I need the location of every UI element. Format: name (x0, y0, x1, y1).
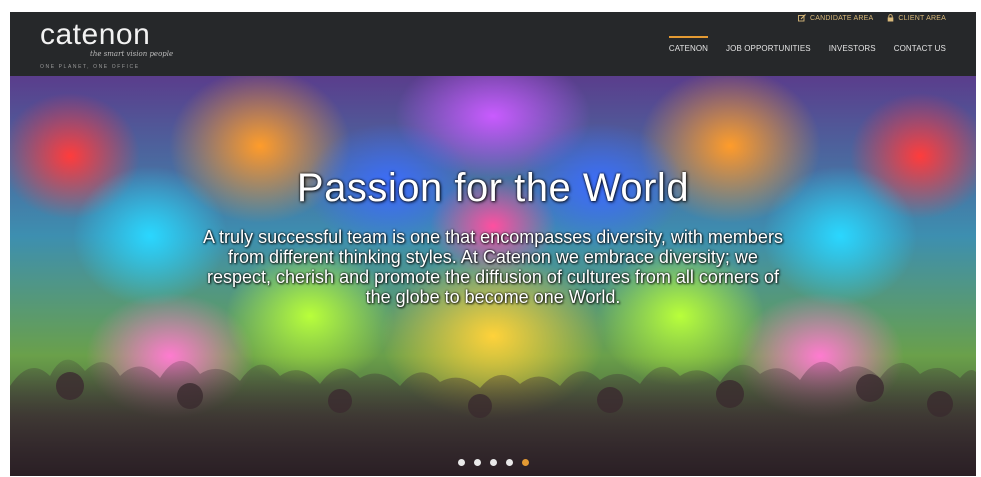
hero-banner: Passion for the World A truly successful… (10, 76, 976, 476)
candidate-area-label: CANDIDATE AREA (810, 14, 874, 22)
edit-icon (798, 14, 806, 22)
candidate-area-link[interactable]: CANDIDATE AREA (798, 14, 873, 22)
nav-item-job-opportunities[interactable]: JOB OPPORTUNITIES (726, 40, 811, 53)
slider-dot-3[interactable] (489, 459, 497, 466)
logo-subline: ONE PLANET, ONE OFFICE (40, 64, 140, 70)
logo-tagline: the smart vision people (90, 50, 174, 58)
lock-icon (887, 14, 894, 22)
client-area-link[interactable]: CLIENT AREA (887, 14, 946, 22)
hero-content: Passion for the World A truly successful… (10, 166, 976, 307)
site-header: catenon the smart vision people ONE PLAN… (10, 12, 976, 76)
nav-item-investors[interactable]: INVESTORS (829, 40, 876, 53)
nav-item-catenon[interactable]: CATENON (668, 36, 709, 53)
slider-dot-2[interactable] (473, 459, 481, 466)
client-area-label: CLIENT AREA (898, 14, 946, 22)
hero-body: A truly successful team is one that enco… (203, 227, 783, 307)
slider-dot-1[interactable] (457, 459, 465, 466)
slider-dot-5[interactable] (521, 459, 529, 466)
main-nav: CATENON JOB OPPORTUNITIES INVESTORS CONT… (668, 36, 946, 53)
hero-title: Passion for the World (296, 166, 690, 210)
browser-frame: catenon the smart vision people ONE PLAN… (10, 12, 976, 476)
slider-dot-4[interactable] (505, 459, 513, 466)
site-logo[interactable]: catenon the smart vision people ONE PLAN… (40, 18, 190, 70)
slider-dots (10, 459, 976, 466)
nav-item-contact-us[interactable]: CONTACT US (894, 40, 946, 53)
utility-links: CANDIDATE AREA CLIENT AREA (798, 14, 946, 22)
crowd-silhouette (10, 359, 976, 476)
logo-wordmark: catenon (40, 18, 151, 51)
